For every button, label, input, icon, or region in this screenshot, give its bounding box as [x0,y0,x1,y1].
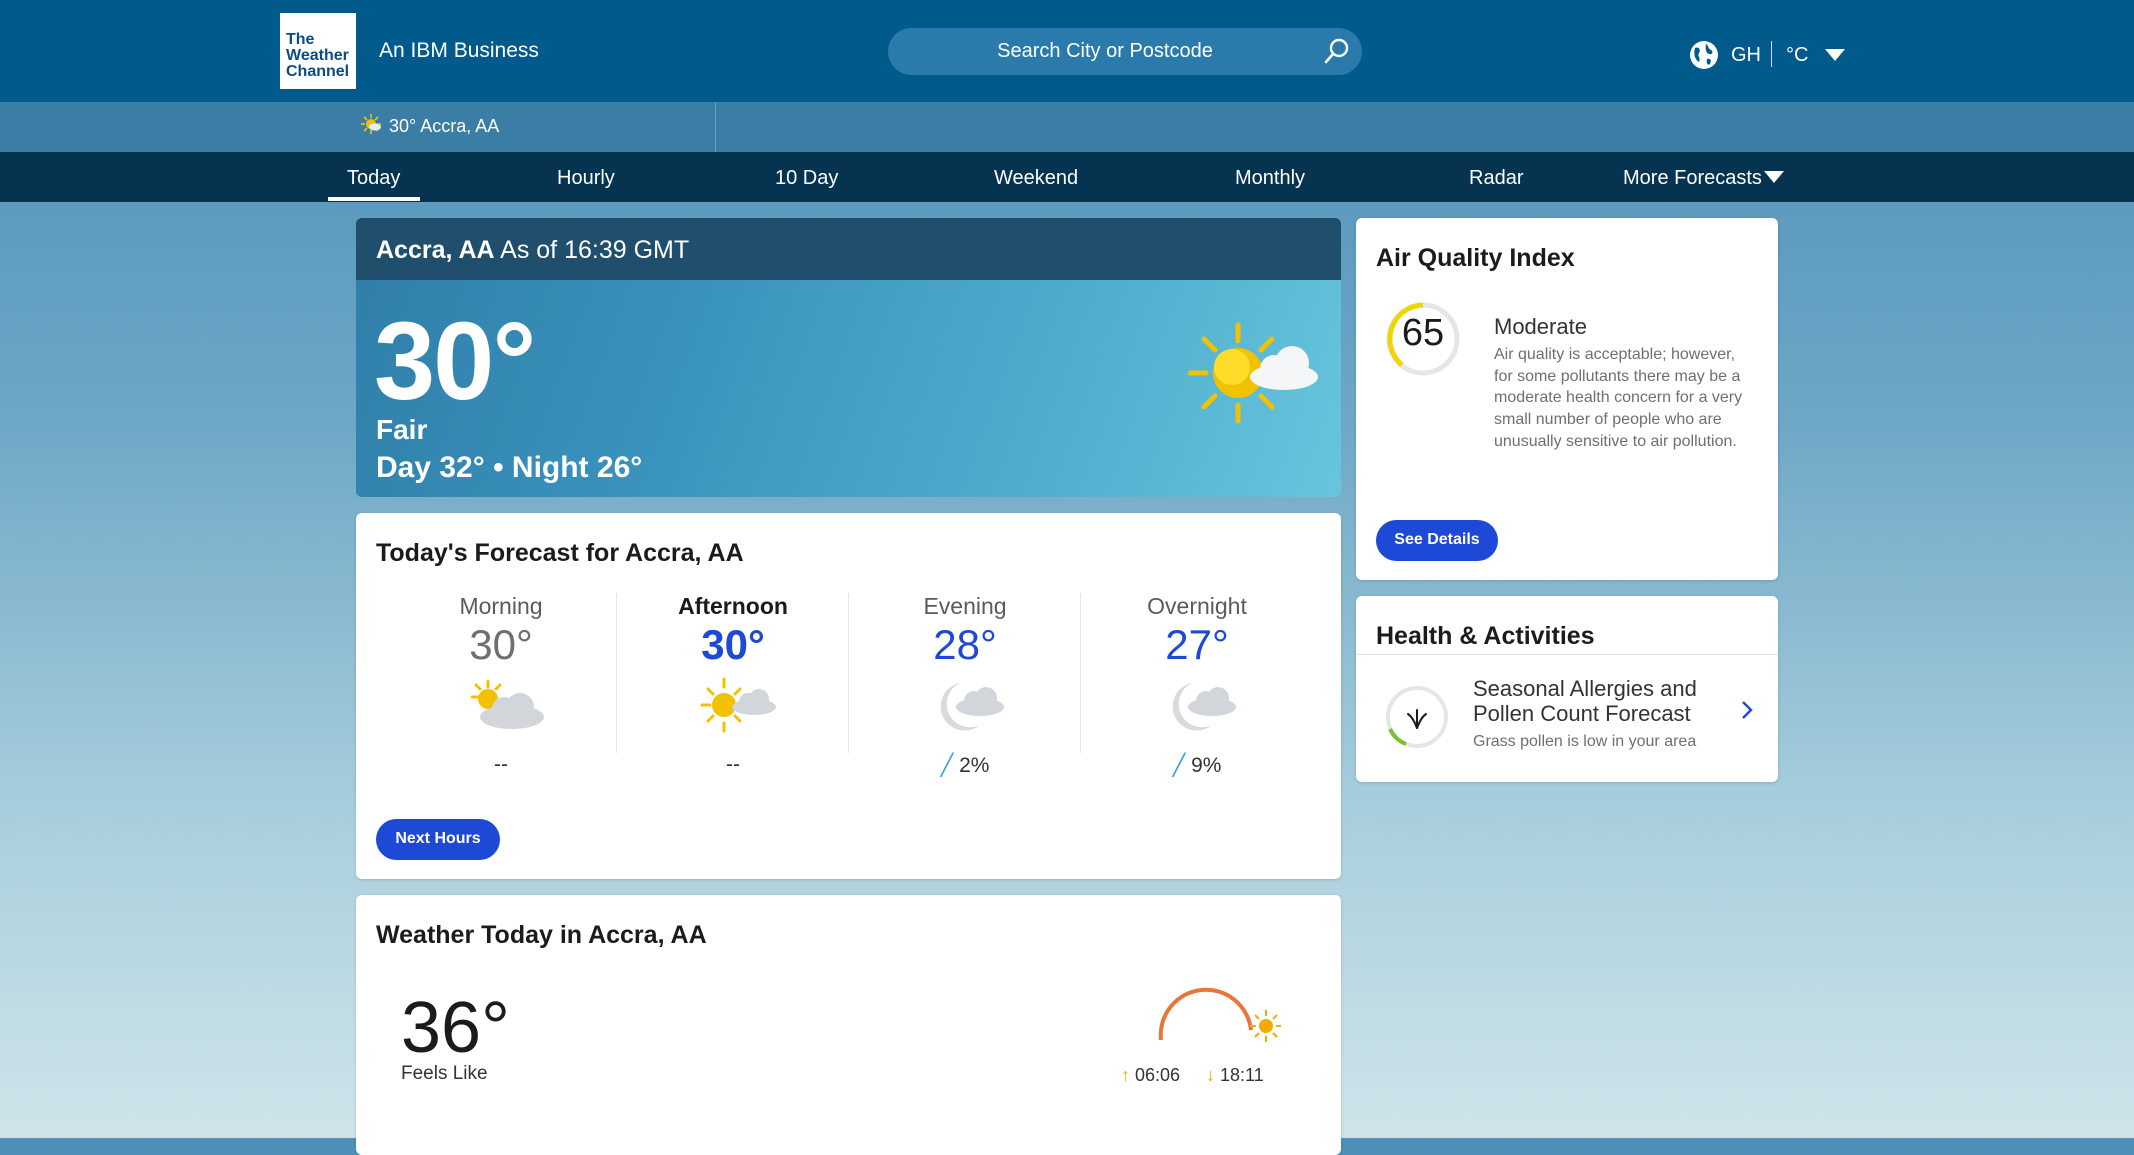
sunrise-time: 06:06 [1135,1065,1181,1085]
health-activities-card: Health & Activities Seasonal Allergies a… [1356,596,1778,782]
sunset: ↓ 18:11 [1206,1065,1264,1086]
forecast-period-afternoon[interactable]: Afternoon 30° -- [618,593,848,803]
tab-weekend[interactable]: Weekend [994,167,1078,190]
chevron-right-icon[interactable] [1740,700,1754,720]
current-location-name: Accra, AA [376,236,495,264]
period-name: Overnight [1147,593,1247,619]
air-quality-card: Air Quality Index 65 Moderate Air qualit… [1356,218,1778,580]
weather-today-card: Weather Today in Accra, AA 36° Feels Lik… [356,895,1341,1155]
period-name: Morning [459,593,543,619]
feels-like-temp: 36° [401,988,510,1068]
sun-arc-icon [1158,987,1281,1042]
partly-sunny-icon [1188,322,1318,424]
period-name: Afternoon [678,593,788,619]
period-precip: -- [494,753,508,776]
raindrop-icon: ╱ [940,754,954,777]
search-box[interactable]: Search City or Postcode [888,28,1362,75]
sunset-icon: ↓ [1206,1065,1215,1085]
partly-sunny-icon [470,679,544,729]
card-divider [1356,654,1778,655]
sunrise-icon: ↑ [1121,1065,1130,1085]
current-conditions-card: Accra, AA As of 16:39 GMT 30° Fair Day 3… [356,218,1341,497]
forecast-period-morning[interactable]: Morning 30° -- [386,593,616,803]
period-name: Evening [923,593,1007,619]
sunset-time: 18:11 [1220,1065,1264,1085]
current-temperature: 30° [374,300,536,423]
current-location: Accra, AA As of 16:39 GMT [376,236,689,265]
todays-forecast-title: Today's Forecast for Accra, AA [376,539,744,567]
air-quality-category: Moderate [1494,314,1587,339]
air-quality-value: 65 [1401,312,1445,354]
period-temp: 30° [701,621,765,668]
pollen-ring-icon [1386,686,1448,748]
allergies-title[interactable]: Seasonal Allergies and Pollen Count Fore… [1473,676,1723,726]
allergies-subtitle: Grass pollen is low in your area [1473,733,1697,750]
brand-logo[interactable]: The Weather Channel [280,13,356,89]
brand-tagline: An IBM Business [379,39,539,62]
search-icon[interactable] [1322,36,1352,66]
period-temp: 30° [469,621,533,668]
partly-cloudy-night-icon [1172,683,1236,731]
feels-like-label: Feels Like [401,1063,488,1084]
current-timestamp: As of 16:39 GMT [500,236,690,264]
tab-radar[interactable]: Radar [1469,167,1523,190]
tab-10-day[interactable]: 10 Day [775,167,838,190]
recent-location-link[interactable]: 30° Accra, AA [389,116,499,137]
partly-cloudy-night-icon [940,683,1004,731]
locale-unit[interactable]: °C [1786,44,1808,67]
todays-forecast-card: Today's Forecast for Accra, AA Morning 3… [356,513,1341,879]
next-hours-button[interactable]: Next Hours [376,819,500,860]
period-temp: 27° [1165,621,1229,668]
brand-line-2: Weather [286,47,349,64]
chevron-down-icon[interactable] [1764,171,1784,183]
recent-divider [715,102,716,152]
locale-divider [1771,41,1772,67]
air-quality-title: Air Quality Index [1376,244,1575,272]
tab-more-forecasts[interactable]: More Forecasts [1623,167,1762,190]
period-precip: -- [726,753,740,776]
period-temp: 28° [933,621,997,668]
forecast-period-evening[interactable]: Evening 28° ╱ 2% [850,593,1080,803]
period-divider [1080,593,1081,753]
current-phrase: Fair [376,414,428,445]
period-precip-value: 2% [959,754,990,777]
tab-hourly[interactable]: Hourly [557,167,615,190]
chevron-down-icon[interactable] [1825,49,1845,61]
brand-line-3: Channel [286,63,350,80]
period-precip-value: 9% [1191,754,1222,777]
sunrise: ↑ 06:06 [1121,1065,1180,1086]
sunny-icon [361,114,381,134]
partly-sunny-icon [700,677,776,733]
tab-today[interactable]: Today [347,167,400,190]
day-night-temps: Day 32° • Night 26° [376,451,643,484]
see-details-button[interactable]: See Details [1376,520,1498,561]
raindrop-icon: ╱ [1172,754,1186,777]
brand-line-1: The [286,31,315,48]
search-input[interactable]: Search City or Postcode [888,40,1322,63]
period-divider [848,593,849,753]
health-activities-title: Health & Activities [1376,622,1595,650]
period-precip: ╱ 2% [850,753,1080,778]
forecast-period-overnight[interactable]: Overnight 27° ╱ 9% [1082,593,1312,803]
active-tab-indicator [328,197,420,201]
period-divider [616,593,617,753]
air-quality-description: Air quality is acceptable; however, for … [1494,346,1743,450]
weather-today-title: Weather Today in Accra, AA [376,921,707,949]
tab-monthly[interactable]: Monthly [1235,167,1305,190]
locale-country[interactable]: GH [1731,44,1761,67]
recent-locations-bar [0,102,2134,152]
period-precip: ╱ 9% [1082,753,1312,778]
globe-icon[interactable] [1689,40,1719,70]
